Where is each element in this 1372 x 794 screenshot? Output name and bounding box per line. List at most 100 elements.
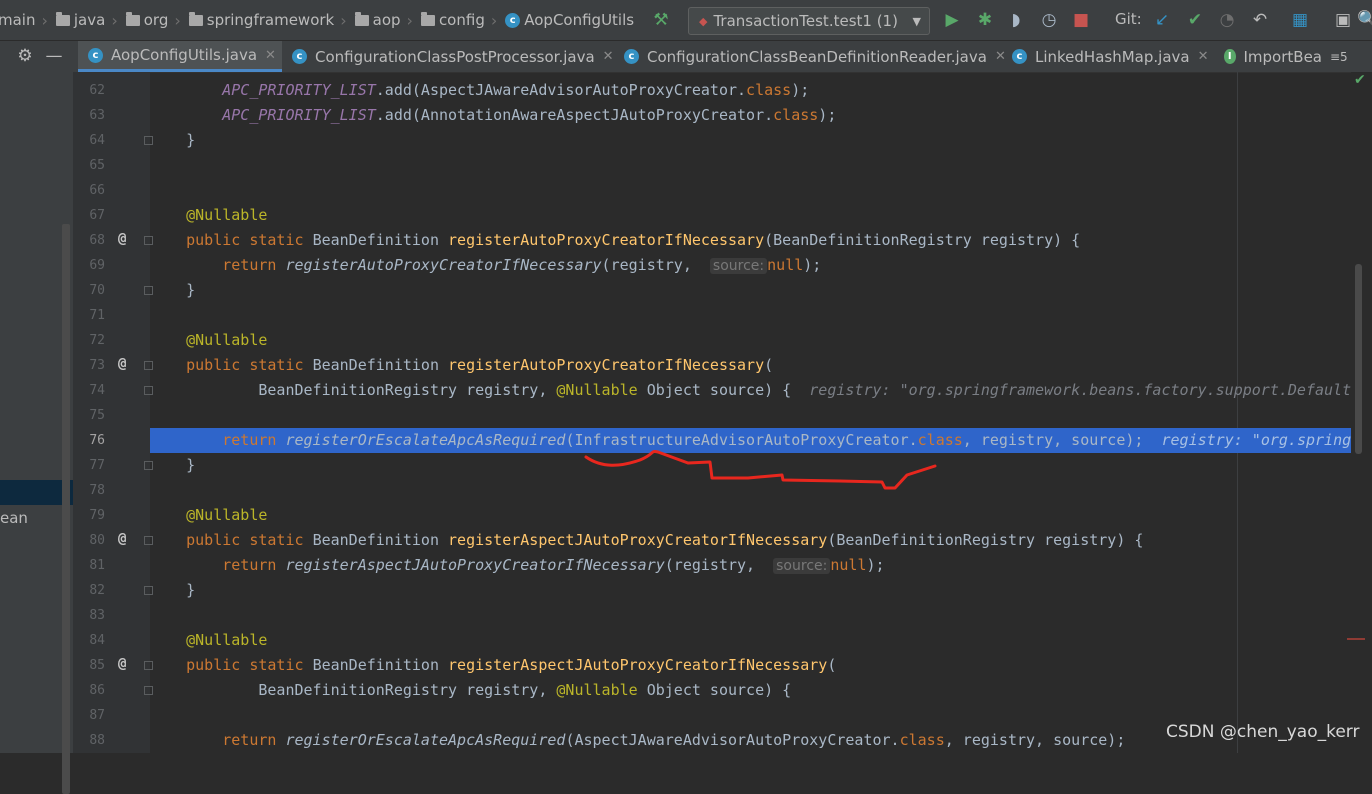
tab-label: ConfigurationClassPostProcessor.java	[315, 47, 595, 66]
breadcrumb-label: org	[143, 11, 169, 29]
breadcrumb-label: java	[73, 11, 106, 29]
watermark: CSDN @chen_yao_kerr	[1166, 722, 1360, 742]
chevron-right-icon: ›	[41, 10, 48, 30]
gear-icon[interactable]: ⚙	[15, 46, 35, 66]
line-number: 65	[89, 158, 105, 173]
git-history-icon[interactable]: ◔	[1217, 10, 1237, 30]
line-number: 67	[89, 208, 105, 223]
project-tool-window: ean	[0, 72, 74, 794]
line-number: 81	[89, 558, 105, 573]
profile-icon[interactable]: ◷	[1039, 10, 1059, 30]
navigation-bar: main › java › org › springframework › ao…	[0, 0, 1372, 41]
junit-icon: ◆	[699, 14, 708, 28]
breadcrumb-main[interactable]: main	[0, 11, 35, 29]
hammer-build-icon[interactable]: ⚒	[651, 10, 671, 30]
tab-overflow-label: ≡5	[1330, 49, 1348, 64]
stop-icon[interactable]: ■	[1071, 10, 1091, 30]
git-commit-icon[interactable]: ✔	[1185, 10, 1205, 30]
line-number: 62	[89, 83, 105, 98]
git-label: Git:	[1115, 10, 1142, 28]
line-number: 70	[89, 283, 105, 298]
coverage-icon[interactable]: ◗	[1006, 10, 1026, 30]
folder-icon	[420, 11, 435, 26]
class-icon: c	[624, 49, 639, 64]
class-icon: c	[1012, 49, 1027, 64]
error-stripe: ✔	[1347, 72, 1372, 753]
folder-icon	[55, 11, 70, 26]
line-number: 85	[89, 658, 105, 673]
tab-label: ImportBea	[1243, 47, 1323, 66]
breadcrumb-org[interactable]: org	[120, 11, 169, 29]
close-icon[interactable]: ✕	[603, 49, 614, 64]
folder-icon	[188, 11, 203, 26]
line-number: 80	[89, 533, 105, 548]
chevron-right-icon: ›	[174, 10, 181, 30]
breadcrumb-java[interactable]: java	[50, 11, 105, 29]
line-number: 71	[89, 308, 105, 323]
tab-importbean[interactable]: I ImportBea	[1224, 41, 1322, 72]
tab-aopconfigutils[interactable]: c AopConfigUtils.java ✕	[78, 41, 282, 72]
breadcrumb-label: springframework	[206, 11, 335, 29]
line-number: 77	[89, 458, 105, 473]
debug-icon[interactable]: ✱	[975, 10, 995, 30]
tab-configurationclasspostprocessor[interactable]: c ConfigurationClassPostProcessor.java ✕	[292, 41, 614, 72]
terminal-icon[interactable]: ▣	[1333, 10, 1353, 30]
folder-icon	[354, 11, 369, 26]
project-structure-icon[interactable]: ▦	[1290, 10, 1310, 30]
line-number: 66	[89, 183, 105, 198]
marker-stripe[interactable]	[1347, 638, 1365, 640]
close-icon[interactable]: ✕	[265, 48, 276, 63]
override-marker-icon[interactable]: @	[118, 356, 126, 372]
code-editor[interactable]: APC_PRIORITY_LIST.add(AspectJAwareAdviso…	[150, 72, 1372, 753]
breadcrumb-label: config	[438, 11, 485, 29]
run-configuration-label: TransactionTest.test1 (1)	[713, 12, 898, 30]
override-marker-icon[interactable]: @	[118, 531, 126, 547]
line-number: 78	[89, 483, 105, 498]
line-number: 68	[89, 233, 105, 248]
tab-label: LinkedHashMap.java	[1035, 47, 1190, 66]
tab-overflow-button[interactable]: ≡5	[1330, 41, 1348, 72]
tab-label: AopConfigUtils.java	[111, 46, 258, 64]
tree-node-label[interactable]: ean	[0, 509, 28, 527]
breadcrumb-springframework[interactable]: springframework	[183, 11, 334, 29]
line-number: 88	[89, 733, 105, 748]
chevron-down-icon: ▼	[912, 14, 921, 28]
run-configuration-select[interactable]: ◆ TransactionTest.test1 (1) ▼	[688, 7, 930, 35]
interface-icon: I	[1224, 49, 1236, 64]
override-marker-icon[interactable]: @	[118, 231, 126, 247]
class-icon: c	[505, 12, 521, 28]
editor-gutter: 62 63 64 65 66 67 68 69 70 71 72 73 74 7…	[73, 72, 153, 753]
line-number: 79	[89, 508, 105, 523]
breadcrumb-file[interactable]: c AopConfigUtils	[499, 11, 634, 29]
check-icon: ✔	[1354, 72, 1366, 88]
chevron-right-icon: ›	[340, 10, 347, 30]
close-icon[interactable]: ✕	[995, 49, 1006, 64]
tab-linkedhashmap[interactable]: c LinkedHashMap.java ✕	[1012, 41, 1208, 72]
override-marker-icon[interactable]: @	[118, 656, 126, 672]
chevron-right-icon: ›	[490, 10, 498, 30]
line-number: 74	[89, 383, 105, 398]
breadcrumb-config[interactable]: config	[415, 11, 485, 29]
breadcrumb-aop[interactable]: aop	[349, 11, 401, 29]
line-number: 87	[89, 708, 105, 723]
red-underline-annotation	[584, 450, 937, 490]
minimize-icon[interactable]: —	[44, 46, 64, 66]
tab-configurationclassbeandefinitionreader[interactable]: c ConfigurationClassBeanDefinitionReader…	[624, 41, 1006, 72]
rollback-icon[interactable]: ↶	[1250, 10, 1270, 30]
line-number: 82	[89, 583, 105, 598]
editor-tab-bar: ⚙ — c AopConfigUtils.java ✕ c Configurat…	[0, 41, 1372, 73]
line-number: 69	[89, 258, 105, 273]
scrollbar-thumb[interactable]	[1355, 264, 1362, 454]
close-icon[interactable]: ✕	[1198, 49, 1209, 64]
run-icon[interactable]: ▶	[942, 10, 962, 30]
scrollbar[interactable]	[62, 224, 70, 794]
line-number: 86	[89, 683, 105, 698]
breadcrumb-label: AopConfigUtils	[524, 11, 635, 29]
search-everywhere-icon[interactable]: 🔍	[1357, 10, 1372, 30]
breadcrumb-label: main	[0, 11, 36, 29]
line-number: 73	[89, 358, 105, 373]
line-number-current: 76	[89, 433, 105, 448]
breadcrumb-label: aop	[372, 11, 401, 29]
tab-label: ConfigurationClassBeanDefinitionReader.j…	[647, 47, 987, 66]
git-update-icon[interactable]: ↙	[1152, 10, 1172, 30]
